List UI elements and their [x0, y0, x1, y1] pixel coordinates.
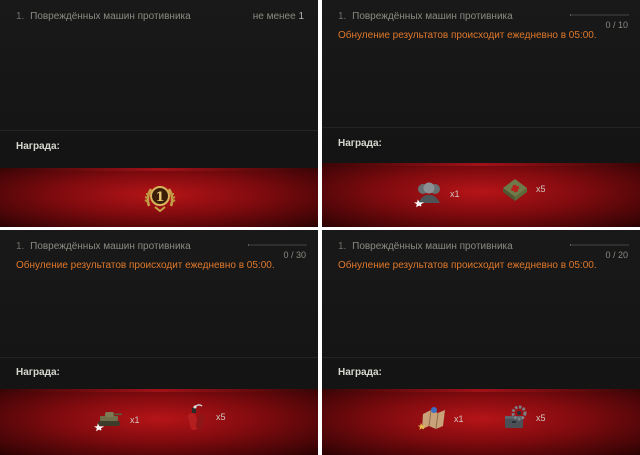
task-title: 1. Повреждённых машин противника: [338, 241, 513, 252]
reward-quantity: x1: [454, 414, 464, 424]
reward-label: Награда:: [338, 367, 382, 378]
reward-quantity: x5: [536, 184, 546, 194]
reward-divider: [0, 130, 318, 131]
reward-divider: [322, 127, 640, 128]
task-number: 1.: [338, 11, 347, 22]
reward-strip: x1 x5: [0, 389, 318, 455]
medal-1-icon: 1: [144, 186, 176, 213]
reward-item[interactable]: x5: [180, 401, 226, 433]
task-name: Повреждённых машин противника: [352, 241, 513, 252]
reward-label: Награда:: [16, 367, 60, 378]
requirement-value: 1: [298, 11, 304, 22]
map-icon: [418, 407, 445, 430]
mission-panel-3: 1. Повреждённых машин противника 0 / 30 …: [0, 230, 318, 455]
repair-kit-icon: [505, 405, 527, 428]
reset-notice: Обнуление результатов происходит ежеднев…: [338, 30, 597, 41]
reward-label: Награда:: [338, 138, 382, 149]
reward-divider: [0, 357, 318, 358]
mission-panel-2: 1. Повреждённых машин противника 0 / 10 …: [322, 0, 640, 227]
reward-quantity: x1: [450, 189, 460, 199]
reward-strip: 1: [0, 168, 318, 227]
reward-item[interactable]: 1: [143, 180, 177, 214]
progress-track: [570, 14, 629, 16]
reward-item[interactable]: x1: [94, 405, 140, 435]
reward-label: Награда:: [16, 141, 60, 152]
reward-strip: x1 x5: [322, 163, 640, 227]
task-requirement: не менее 1: [253, 11, 304, 22]
reward-item[interactable]: x1: [414, 179, 460, 209]
task-number: 1.: [338, 241, 347, 252]
reset-notice: Обнуление результатов происходит ежеднев…: [16, 260, 275, 271]
mission-panel-4: 1. Повреждённых машин противника 0 / 20 …: [322, 230, 640, 455]
task-name: Повреждённых машин противника: [30, 11, 191, 22]
progress-track: [248, 244, 307, 246]
progress-track: [570, 244, 629, 246]
crew-icon: [414, 182, 440, 208]
task-number: 1.: [16, 11, 25, 22]
progress-count: 0 / 30: [283, 250, 306, 260]
task-name: Повреждённых машин противника: [352, 11, 513, 22]
requirement-prefix: не менее: [252, 11, 296, 22]
reward-quantity: x5: [216, 412, 226, 422]
reset-notice: Обнуление результатов происходит ежеднев…: [338, 260, 597, 271]
svg-text:1: 1: [155, 190, 164, 205]
reward-item[interactable]: x1: [418, 404, 464, 434]
reward-quantity: x1: [130, 415, 140, 425]
task-title: 1. Повреждённых машин противника: [16, 11, 191, 22]
task-number: 1.: [16, 241, 25, 252]
task-title: 1. Повреждённых машин противника: [338, 11, 513, 22]
progress-count: 0 / 10: [605, 20, 628, 30]
reward-strip: x1 x5: [322, 389, 640, 455]
fire-extinguisher-icon: [187, 404, 206, 431]
task-name: Повреждённых машин противника: [30, 241, 191, 252]
mission-panel-1: 1. Повреждённых машин противника не мене…: [0, 0, 318, 227]
task-title: 1. Повреждённых машин противника: [16, 241, 191, 252]
progress-count: 0 / 20: [605, 250, 628, 260]
reward-item[interactable]: x5: [500, 174, 546, 204]
reward-divider: [322, 357, 640, 358]
tank-icon: [94, 412, 122, 432]
reward-item[interactable]: x5: [500, 403, 546, 433]
first-aid-kit-icon: [503, 179, 527, 201]
reward-quantity: x5: [536, 413, 546, 423]
